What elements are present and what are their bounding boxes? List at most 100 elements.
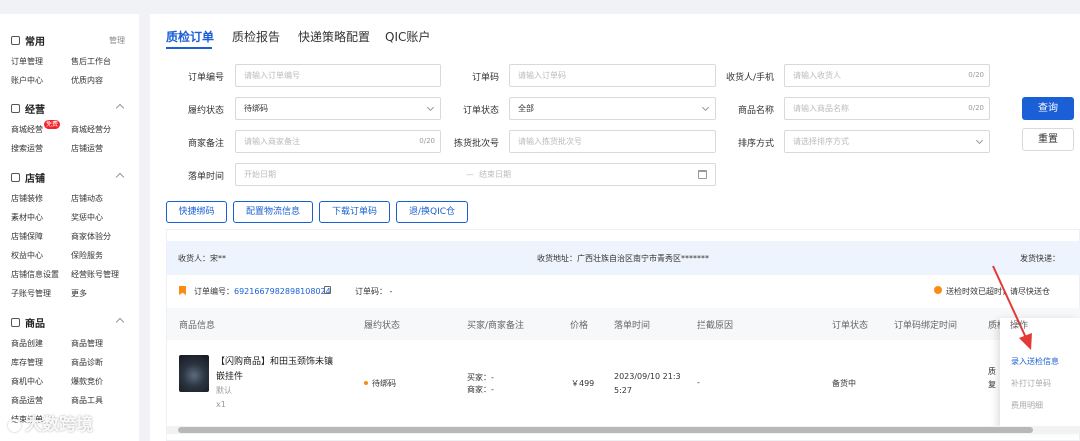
scrollbar-thumb[interactable] xyxy=(178,427,1033,433)
sidebar-item[interactable]: 经营账号管理 xyxy=(71,269,119,280)
sidebar-item[interactable]: 商品创建 xyxy=(11,338,43,349)
sort-select[interactable]: 请选择排序方式 xyxy=(784,130,990,153)
sidebar-item[interactable]: 素材中心 xyxy=(11,212,43,223)
enter-inspection-info-link[interactable]: 录入送检信息 xyxy=(1011,356,1059,367)
watermark: 大数跨境 xyxy=(8,410,93,435)
order-no-input[interactable]: 请输入订单编号 xyxy=(235,64,441,87)
sidebar-item[interactable]: 商机中心 xyxy=(11,376,43,387)
sidebar-item[interactable]: 子账号管理 xyxy=(11,288,51,299)
sidebar-item[interactable]: 保险服务 xyxy=(71,250,103,261)
manage-link[interactable]: 管理 xyxy=(109,35,125,46)
status-dot xyxy=(364,381,368,385)
col-header: 商品信息 xyxy=(179,321,216,331)
reprint-code-link[interactable]: 补打订单码 xyxy=(1011,378,1051,389)
fulfil-status: 待绑码 xyxy=(372,379,396,388)
sidebar-item[interactable]: 更多 xyxy=(71,288,87,299)
sidebar-item[interactable]: 商品运营 xyxy=(11,395,43,406)
merchant-note-label: 商家备注 xyxy=(187,139,224,149)
tab-qc-reports[interactable]: 质检报告 xyxy=(232,28,280,45)
sidebar-item[interactable]: 售后工作台 xyxy=(71,56,111,67)
return-qic-button[interactable]: 退/换QIC仓 xyxy=(396,201,468,223)
order-status-select[interactable]: 全部 xyxy=(509,97,716,120)
buyer-note: 买家：- xyxy=(467,373,494,382)
sidebar-item[interactable]: 奖惩中心 xyxy=(71,212,103,223)
col-header: 履约状态 xyxy=(364,321,401,331)
sidebar-item[interactable]: 店铺运营 xyxy=(71,143,103,154)
free-badge: 免费 xyxy=(44,120,61,129)
qc-recheck: 复 xyxy=(988,380,996,389)
config-logistics-button[interactable]: 配置物流信息 xyxy=(233,201,313,223)
sidebar-item[interactable]: 商品工具 xyxy=(71,395,103,406)
watermark-logo-icon xyxy=(8,418,21,432)
col-header: 买家/商家备注 xyxy=(467,321,525,331)
sidebar-item[interactable]: 商城经营分 xyxy=(71,124,111,135)
char-count: 0/20 xyxy=(968,104,984,112)
sidebar-item[interactable]: 店铺装修 xyxy=(11,193,43,204)
col-header: 价格 xyxy=(570,321,589,331)
sidebar-item[interactable]: 搜索运营 xyxy=(11,143,43,154)
tab-express-strategy[interactable]: 快递策略配置 xyxy=(298,28,370,45)
product-title[interactable]: 【闪购商品】和田玉颈饰未镶 xyxy=(216,354,333,367)
fulfil-status-label: 履约状态 xyxy=(187,106,224,116)
batch-label: 拣货批次号 xyxy=(453,139,499,149)
order-status-label: 订单状态 xyxy=(462,106,499,116)
sidebar-section-goods[interactable]: 商品 xyxy=(11,315,45,330)
order-status: 备货中 xyxy=(832,379,856,388)
sidebar-section-shop[interactable]: 店铺 xyxy=(11,170,45,185)
char-count: 0/20 xyxy=(968,71,984,79)
qc-status: 质 xyxy=(988,367,996,376)
order-no-label: 订单编号 xyxy=(187,73,224,83)
col-header: 操作 xyxy=(1010,321,1029,331)
sidebar-item[interactable]: 订单管理 xyxy=(11,56,43,67)
sidebar-item[interactable]: 爆款竞价 xyxy=(71,376,103,387)
order-no-link[interactable]: 6921667982898108024 xyxy=(234,287,331,296)
query-button[interactable]: 查询 xyxy=(1022,97,1074,120)
copy-icon[interactable] xyxy=(324,286,331,294)
square-icon xyxy=(11,318,20,327)
receiver-text: 收货人：宋** xyxy=(178,254,226,263)
annotation-arrow-icon xyxy=(992,265,1032,350)
fulfil-status-select[interactable]: 待绑码 xyxy=(235,97,441,120)
sidebar-item[interactable]: 店铺动态 xyxy=(71,193,103,204)
reset-button[interactable]: 重置 xyxy=(1022,128,1074,151)
sidebar-item[interactable]: 账户中心 xyxy=(11,75,43,86)
col-header: 落单时间 xyxy=(614,321,651,331)
order-time-line2: 5:27 xyxy=(614,386,632,395)
order-code-label: 订单码 xyxy=(471,73,499,83)
sidebar-item[interactable]: 店铺保障 xyxy=(11,231,43,242)
warning-icon xyxy=(934,286,942,294)
merchant-note-input[interactable]: 请输入商家备注 0/20 xyxy=(235,130,441,153)
download-code-button[interactable]: 下载订单码 xyxy=(319,201,390,223)
square-icon xyxy=(11,104,20,113)
sidebar-item[interactable]: 商城经营 xyxy=(11,124,43,135)
sidebar-item[interactable]: 商品诊断 xyxy=(71,357,103,368)
square-icon xyxy=(11,173,20,182)
product-thumbnail[interactable] xyxy=(179,355,209,392)
order-code-text: 订单码： - xyxy=(355,287,393,296)
sort-label: 排序方式 xyxy=(737,139,774,149)
calendar-icon xyxy=(698,170,707,179)
order-code-input[interactable]: 请输入订单码 xyxy=(509,64,716,87)
sidebar-item[interactable]: 商家体验分 xyxy=(71,231,111,242)
sidebar-item[interactable]: 权益中心 xyxy=(11,250,43,261)
sidebar-section-common[interactable]: 常用 xyxy=(11,33,45,48)
sidebar-section-ops[interactable]: 经营 xyxy=(11,101,45,116)
end-date[interactable]: 结束日期 xyxy=(479,164,511,185)
goods-name-input[interactable]: 请输入商品名称 0/20 xyxy=(784,97,990,120)
batch-input[interactable]: 请输入拣货批次号 xyxy=(509,130,716,153)
sidebar-item[interactable]: 店铺信息设置 xyxy=(11,269,59,280)
product-spec: 默认 xyxy=(216,386,232,395)
receiver-input[interactable]: 请输入收货人 0/20 xyxy=(784,64,990,87)
tab-qc-orders[interactable]: 质检订单 xyxy=(166,28,214,45)
fee-detail-link[interactable]: 费用明细 xyxy=(1011,400,1043,411)
order-time-range[interactable]: 开始日期 — 结束日期 xyxy=(235,163,716,186)
sidebar-item[interactable]: 商品管理 xyxy=(71,338,103,349)
quick-bind-button[interactable]: 快捷绑码 xyxy=(166,201,227,223)
order-time-label: 落单时间 xyxy=(187,172,224,182)
start-date[interactable]: 开始日期 xyxy=(244,170,276,179)
product-title-line2[interactable]: 嵌挂件 xyxy=(216,369,243,382)
sidebar-item[interactable]: 优质内容 xyxy=(71,75,103,86)
sidebar-item[interactable]: 库存管理 xyxy=(11,357,43,368)
product-qty: x1 xyxy=(216,400,226,409)
tab-qic-account[interactable]: QIC账户 xyxy=(385,28,430,45)
